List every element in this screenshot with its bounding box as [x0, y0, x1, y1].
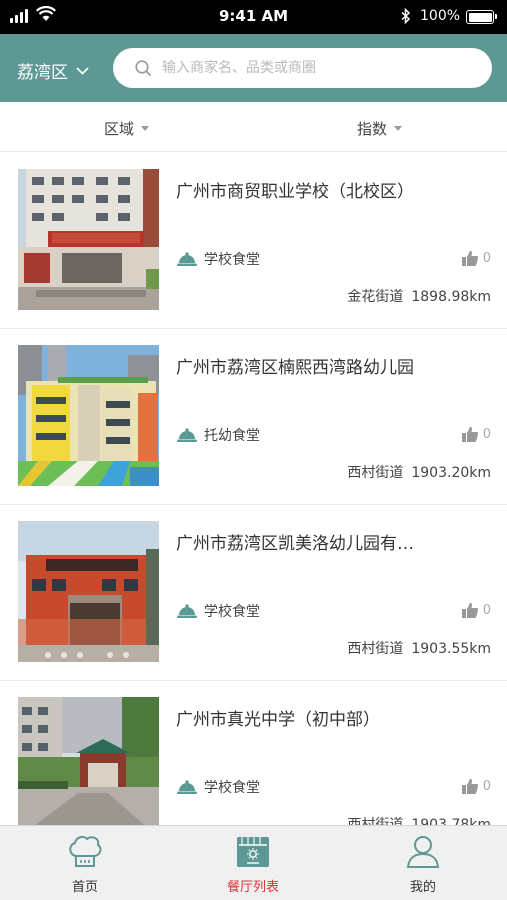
- filter-region[interactable]: 区域: [104, 118, 150, 139]
- restaurant-location: 西村街道 1903.55km: [347, 638, 491, 658]
- street-name: 西村街道: [347, 641, 404, 657]
- street-name: 西村街道: [347, 465, 404, 481]
- filter-region-label: 区域: [104, 120, 135, 138]
- restaurant-photo: [18, 169, 159, 310]
- restaurant-type-label: 学校食堂: [204, 252, 260, 268]
- restaurant-name: 广州市商贸职业学校（北校区）: [176, 182, 414, 202]
- search-box[interactable]: [113, 48, 492, 88]
- tab-mine[interactable]: 我的: [363, 832, 483, 895]
- battery-percent: 100%: [420, 8, 461, 24]
- tab-restaurant-list[interactable]: 餐厅列表: [193, 832, 313, 895]
- like-button[interactable]: 0: [461, 426, 491, 443]
- restaurant-photo: [18, 697, 159, 825]
- thumbs-up-icon: [461, 426, 478, 442]
- search-icon: [135, 59, 152, 76]
- cloche-icon: [177, 780, 197, 794]
- storefront-icon: [237, 837, 269, 867]
- restaurant-location: 西村街道 1903.20km: [347, 462, 491, 482]
- restaurant-location: 西村街道 1903.78km: [347, 814, 491, 825]
- filter-bar: 区域 指数: [0, 102, 507, 152]
- restaurant-name: 广州市荔湾区凯美洛幼儿园有…: [176, 534, 414, 554]
- chevron-down-icon: [76, 66, 89, 75]
- street-name: 西村街道: [347, 817, 404, 825]
- restaurant-type-label: 学校食堂: [204, 780, 260, 796]
- restaurant-photo: [18, 521, 159, 662]
- like-button[interactable]: 0: [461, 602, 491, 619]
- restaurant-card[interactable]: 广州市商贸职业学校（北校区） 学校食堂 0 金花街道 1898.98km: [0, 153, 507, 329]
- status-bar: 9:41 AM 100%: [0, 0, 507, 34]
- distance: 1898.98km: [411, 289, 491, 305]
- triangle-down-icon: [141, 126, 150, 131]
- thumbs-up-icon: [461, 602, 478, 618]
- district-selector[interactable]: 荔湾区: [17, 58, 89, 83]
- like-count: 0: [482, 251, 491, 266]
- restaurant-type: 学校食堂: [176, 777, 260, 797]
- tab-home-label: 首页: [71, 880, 98, 895]
- like-count: 0: [482, 427, 491, 442]
- restaurant-name: 广州市真光中学（初中部）: [176, 710, 380, 730]
- restaurant-card[interactable]: 广州市荔湾区楠熙西湾路幼儿园 托幼食堂 0 西村街道 1903.20km: [0, 329, 507, 505]
- filter-index-label: 指数: [357, 120, 388, 138]
- restaurant-type-label: 托幼食堂: [204, 428, 260, 444]
- tab-restaurant-list-label: 餐厅列表: [226, 880, 279, 895]
- distance: 1903.78km: [411, 817, 491, 825]
- filter-index[interactable]: 指数: [357, 118, 403, 139]
- restaurant-card[interactable]: 广州市荔湾区凯美洛幼儿园有… 学校食堂 0 西村街道 1903.55km: [0, 505, 507, 681]
- chef-hat-icon: [69, 835, 102, 867]
- battery-icon: [466, 10, 497, 24]
- like-button[interactable]: 0: [461, 250, 491, 267]
- tab-mine-label: 我的: [409, 880, 436, 895]
- user-icon: [406, 836, 440, 868]
- distance: 1903.55km: [411, 641, 491, 657]
- triangle-down-icon: [394, 126, 403, 131]
- thumbs-up-icon: [461, 250, 478, 266]
- search-input[interactable]: [162, 60, 462, 76]
- distance: 1903.20km: [411, 465, 491, 481]
- restaurant-list: 广州市商贸职业学校（北校区） 学校食堂 0 金花街道 1898.98km 广州市…: [0, 153, 507, 825]
- district-label: 荔湾区: [17, 63, 68, 83]
- cloche-icon: [177, 252, 197, 266]
- thumbs-up-icon: [461, 778, 478, 794]
- bluetooth-icon: [401, 8, 411, 24]
- cloche-icon: [177, 604, 197, 618]
- like-count: 0: [482, 603, 491, 618]
- cloche-icon: [177, 428, 197, 442]
- tab-home[interactable]: 首页: [25, 832, 145, 895]
- restaurant-type: 学校食堂: [176, 601, 260, 621]
- like-count: 0: [482, 779, 491, 794]
- street-name: 金花街道: [347, 289, 404, 305]
- like-button[interactable]: 0: [461, 778, 491, 795]
- restaurant-location: 金花街道 1898.98km: [347, 286, 491, 306]
- restaurant-type: 托幼食堂: [176, 425, 260, 445]
- bottom-tab-bar: 首页 餐厅列表 我的: [0, 825, 507, 900]
- restaurant-card[interactable]: 广州市真光中学（初中部） 学校食堂 0 西村街道 1903.78km: [0, 681, 507, 825]
- restaurant-type: 学校食堂: [176, 249, 260, 269]
- restaurant-name: 广州市荔湾区楠熙西湾路幼儿园: [176, 358, 414, 378]
- restaurant-photo: [18, 345, 159, 486]
- restaurant-type-label: 学校食堂: [204, 604, 260, 620]
- top-header: 荔湾区: [0, 34, 507, 102]
